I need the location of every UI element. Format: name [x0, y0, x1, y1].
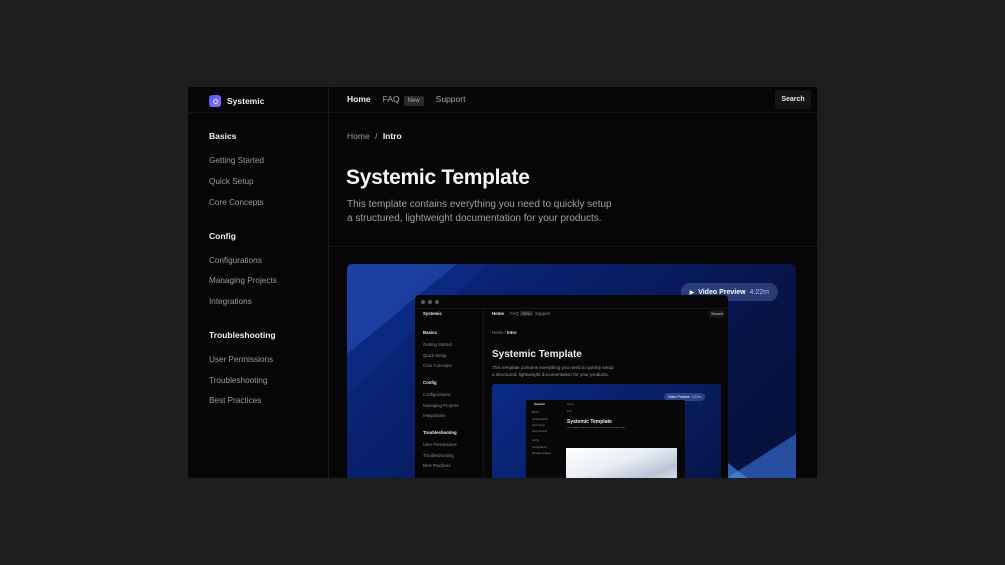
sidebar-item-quick-setup[interactable]: Quick Setup — [209, 177, 254, 186]
preview-hero-image — [566, 448, 677, 478]
page-description-line-1: This template contains everything you ne… — [347, 199, 612, 210]
search-button[interactable]: Search — [775, 90, 811, 109]
content-divider — [329, 246, 817, 247]
page-description-line-2: a structured, lightweight documentation … — [347, 213, 602, 224]
sidebar-group-basics: Basics — [209, 131, 237, 141]
sidebar-item-user-permissions[interactable]: User Permissions — [209, 355, 273, 364]
systemic-logo-icon — [209, 95, 221, 107]
breadcrumb-current: Intro — [382, 131, 402, 141]
preview-nav-support: Support — [535, 311, 551, 316]
page-description: This template contains everything you ne… — [347, 198, 647, 226]
preview-search: Search — [709, 310, 725, 318]
preview-new-badge: New — [520, 311, 533, 316]
breadcrumb-separator: / — [375, 131, 378, 141]
brand-name: Systemic — [227, 96, 265, 106]
preview-breadcrumb: Home / Intro — [492, 330, 517, 335]
window-dots — [421, 300, 439, 304]
sidebar-item-best-practices[interactable]: Best Practices — [209, 396, 261, 405]
sidebar-item-integrations[interactable]: Integrations — [209, 297, 252, 306]
preview-group-troubleshooting: Troubleshooting — [423, 430, 457, 435]
preview-item: Getting Started — [423, 342, 452, 347]
preview-group-config: Config — [423, 380, 437, 385]
preview-nav-faq: FAQ — [510, 311, 519, 316]
preview-screenshot: Systemic Home FAQ New Support Search Bas… — [415, 295, 728, 478]
breadcrumb: Home / Intro — [347, 131, 402, 141]
preview-brand: Systemic — [423, 311, 442, 316]
sidebar-group-config: Config — [209, 231, 236, 241]
preview-item: Core Concepts — [423, 363, 452, 368]
preview-item: Best Practices — [423, 463, 451, 468]
brand[interactable]: Systemic — [209, 94, 264, 108]
preview-desc-2: a structured, lightweight documentation … — [492, 372, 609, 377]
preview-item: Managing Projects — [423, 403, 459, 408]
preview-desc-1: This template contains everything you ne… — [492, 365, 614, 370]
preview-item: Configurations — [423, 392, 451, 397]
preview-item: Integrations — [423, 413, 446, 418]
sidebar: Systemic Basics Getting Started Quick Se… — [188, 87, 329, 478]
app-window: Systemic Basics Getting Started Quick Se… — [188, 87, 817, 478]
sidebar-item-troubleshooting[interactable]: Troubleshooting — [209, 376, 267, 385]
preview-nav-home: Home — [492, 311, 504, 316]
preview-item: User Permissions — [423, 442, 457, 447]
new-badge: New — [403, 96, 424, 106]
nav-faq-label: FAQ — [382, 94, 400, 104]
video-duration: 4:22m — [749, 288, 769, 296]
sidebar-item-managing-projects[interactable]: Managing Projects — [209, 276, 277, 285]
preview-item: Troubleshooting — [423, 453, 454, 458]
sidebar-item-configurations[interactable]: Configurations — [209, 256, 262, 265]
preview-nested-screenshot: Systemic Home Basics Getting Started Qui… — [526, 400, 685, 478]
topbar-divider — [188, 112, 817, 113]
nav-home[interactable]: Home — [347, 94, 371, 104]
video-preview-hero[interactable]: ▶ Video Preview 4:22m Systemic Home FAQ … — [347, 264, 796, 478]
sidebar-group-troubleshooting: Troubleshooting — [209, 330, 276, 340]
top-nav: Home FAQ New Support — [347, 94, 466, 106]
page-title: Systemic Template — [346, 166, 530, 189]
preview-item: Quick Setup — [423, 353, 447, 358]
nav-faq[interactable]: FAQ New — [382, 94, 424, 106]
preview-title: Systemic Template — [492, 349, 582, 360]
breadcrumb-home[interactable]: Home — [347, 131, 370, 141]
sidebar-item-core-concepts[interactable]: Core Concepts — [209, 198, 264, 207]
nav-support[interactable]: Support — [436, 94, 466, 104]
preview-hero: Video Preview 4:22m Systemic Home Basics … — [492, 384, 721, 478]
preview-group-basics: Basics — [423, 330, 437, 335]
sidebar-item-getting-started[interactable]: Getting Started — [209, 156, 264, 165]
